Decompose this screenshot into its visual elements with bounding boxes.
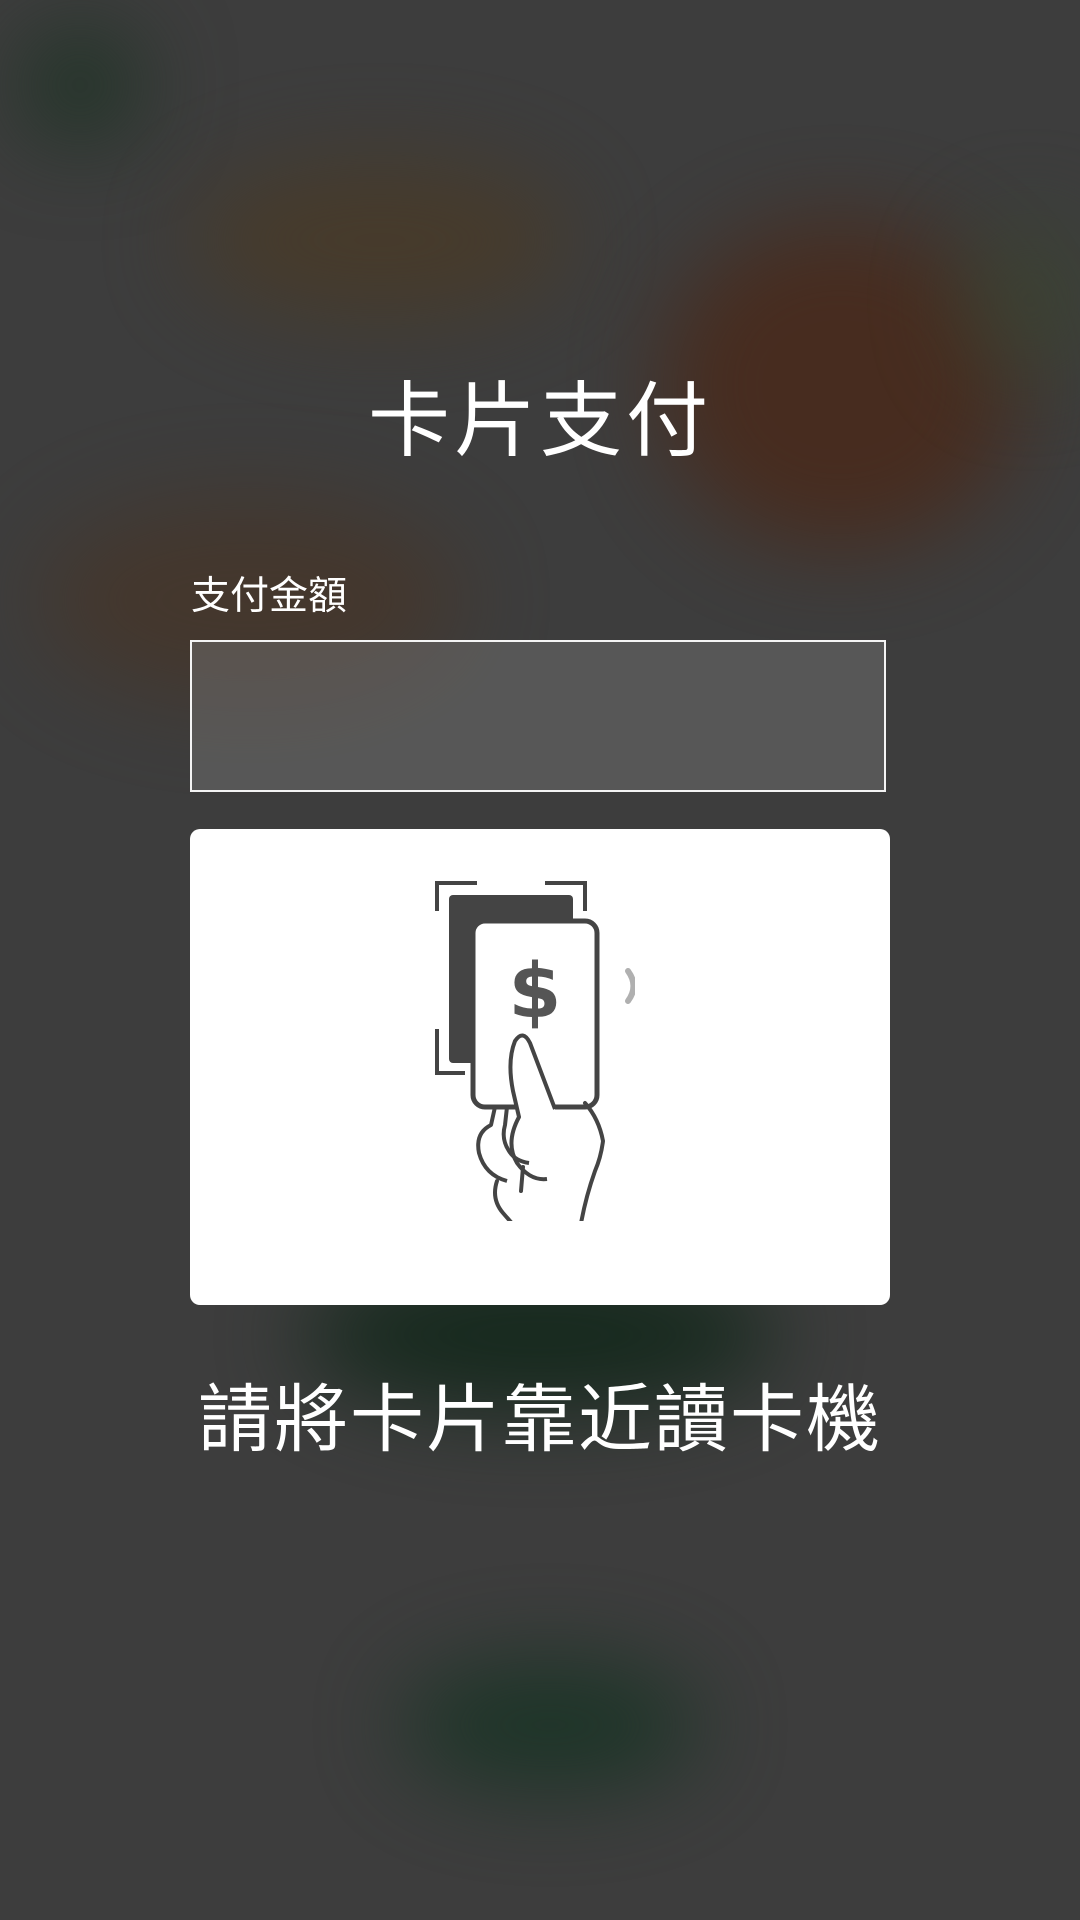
amount-field [190, 640, 886, 792]
background-blur-shape [20, 30, 140, 140]
hand-edge [579, 1101, 606, 1221]
wave-1 [625, 968, 635, 1004]
dollar-sign: $ [509, 946, 562, 1035]
background-blur-shape [400, 1660, 700, 1790]
page-title: 卡片支付 [367, 374, 712, 469]
card-tap-panel: $ [190, 829, 890, 1305]
finger-1 [476, 1106, 508, 1183]
knuckle-line [519, 1165, 525, 1193]
contactless-card-tap-icon: $ [435, 881, 635, 1221]
contactless-card-tap-graphic: $ [435, 881, 635, 1221]
background-blur-shape [190, 160, 570, 320]
palm-edge [493, 1179, 513, 1221]
amount-label: 支付金額 [191, 574, 348, 619]
tap-instruction: 請將卡片靠近讀卡機 [198, 1377, 882, 1463]
